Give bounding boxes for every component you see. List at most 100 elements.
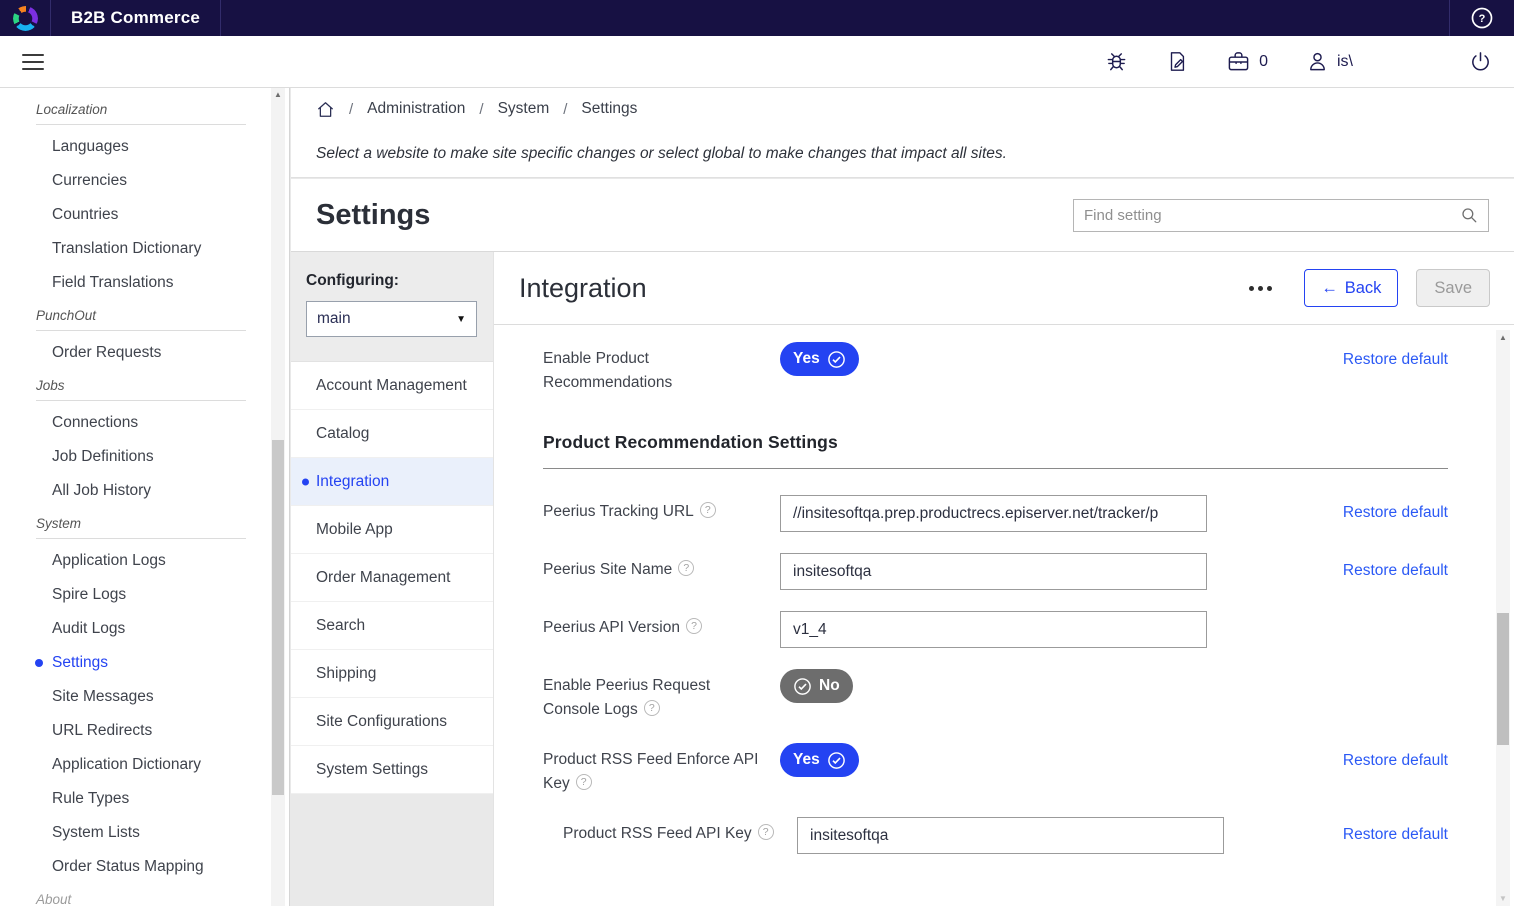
- sidebar-item-label: Application Dictionary: [52, 756, 201, 773]
- help-icon[interactable]: ?: [576, 774, 592, 790]
- help-button[interactable]: ?: [1450, 0, 1514, 36]
- setting-toggle-enable-product-recommendations[interactable]: Yes: [780, 342, 859, 376]
- website-select[interactable]: main ▼: [306, 301, 477, 337]
- setting-input-peerius-tracking-url[interactable]: [780, 495, 1207, 532]
- sidebar-item-label: Settings: [52, 654, 108, 671]
- settings-rows: Enable Product Recommendations Yes Restore…: [494, 326, 1492, 906]
- sidebar-section-label-jobs: Jobs: [36, 378, 246, 393]
- home-breadcrumb-button[interactable]: [316, 100, 335, 119]
- search-icon[interactable]: [1460, 206, 1478, 224]
- more-options-button[interactable]: [1243, 280, 1278, 297]
- restore-default-link[interactable]: Restore default: [1343, 743, 1448, 770]
- sidebar-item-languages[interactable]: Languages: [0, 130, 289, 164]
- breadcrumb-item-system[interactable]: System: [498, 100, 550, 118]
- sidebar-item-label: All Job History: [52, 482, 151, 499]
- setting-toggle-product-rss-feed-enforce-api-key[interactable]: Yes: [780, 743, 859, 777]
- panel-scrollbar[interactable]: ▲ ▼: [1496, 330, 1510, 906]
- sidebar-item-label: Audit Logs: [52, 620, 125, 637]
- setting-control: [780, 553, 1288, 590]
- restore-default-link[interactable]: Restore default: [1343, 342, 1448, 369]
- setting-row-product-rss-feed-enforce-api-key: Product RSS Feed Enforce API Key?YesRest…: [543, 743, 1448, 796]
- sidebar-item-spire-logs[interactable]: Spire Logs: [0, 578, 289, 612]
- sidebar-item-order-requests[interactable]: Order Requests: [0, 336, 289, 370]
- setting-input-peerius-api-version[interactable]: [780, 611, 1207, 648]
- help-icon[interactable]: ?: [686, 618, 702, 634]
- logout-button[interactable]: [1469, 50, 1492, 73]
- sidebar-item-settings[interactable]: Settings: [0, 646, 289, 680]
- restore-default-link[interactable]: Restore default: [1343, 553, 1448, 580]
- sidebar-item-label: Rule Types: [52, 790, 129, 807]
- sidebar-item-system-lists[interactable]: System Lists: [0, 816, 289, 850]
- user-menu-button[interactable]: is\: [1306, 50, 1353, 73]
- sidebar-item-connections[interactable]: Connections: [0, 406, 289, 440]
- cart-button[interactable]: 0: [1226, 50, 1268, 73]
- menu-hamburger-button[interactable]: [22, 49, 44, 75]
- sidebar-scrollbar[interactable]: ▲: [271, 88, 285, 906]
- setting-input-peerius-site-name[interactable]: [780, 553, 1207, 590]
- sidebar-item-rule-types[interactable]: Rule Types: [0, 782, 289, 816]
- breadcrumb-item-settings[interactable]: Settings: [581, 100, 637, 118]
- setting-label-text: Product RSS Feed API Key: [563, 825, 752, 842]
- category-item-search[interactable]: Search: [291, 602, 493, 650]
- category-item-label: Order Management: [316, 569, 450, 587]
- find-setting-search[interactable]: [1073, 199, 1489, 232]
- find-setting-input[interactable]: [1084, 207, 1460, 224]
- category-item-site-configurations[interactable]: Site Configurations: [291, 698, 493, 746]
- scroll-up-arrow-icon[interactable]: ▲: [271, 90, 285, 99]
- top-app-bar: B2B Commerce ?: [0, 0, 1514, 36]
- setting-control: [780, 611, 1288, 648]
- category-item-shipping[interactable]: Shipping: [291, 650, 493, 698]
- help-icon[interactable]: ?: [758, 824, 774, 840]
- setting-toggle-enable-peerius-request-console-logs[interactable]: No: [780, 669, 853, 703]
- sidebar-item-url-redirects[interactable]: URL Redirects: [0, 714, 289, 748]
- sidebar-item-all-job-history[interactable]: All Job History: [0, 474, 289, 508]
- category-item-catalog[interactable]: Catalog: [291, 410, 493, 458]
- bug-icon: [1105, 50, 1128, 73]
- sidebar-item-application-dictionary[interactable]: Application Dictionary: [0, 748, 289, 782]
- power-icon: [1469, 50, 1492, 73]
- divider: [36, 400, 246, 401]
- setting-row-enable-product-recommendations: Enable Product Recommendations Yes Restore…: [543, 342, 1448, 395]
- back-button[interactable]: ← Back: [1304, 269, 1398, 307]
- content-editor-button[interactable]: [1166, 50, 1188, 73]
- panel-scroll-thumb[interactable]: [1497, 613, 1509, 745]
- home-icon: [316, 100, 335, 119]
- category-item-order-management[interactable]: Order Management: [291, 554, 493, 602]
- category-item-system-settings[interactable]: System Settings: [291, 746, 493, 794]
- restore-default-link[interactable]: Restore default: [1343, 817, 1448, 844]
- category-item-mobile-app[interactable]: Mobile App: [291, 506, 493, 554]
- sidebar-item-field-translations[interactable]: Field Translations: [0, 266, 289, 300]
- configuring-header: Configuring: main ▼: [291, 252, 493, 362]
- setting-label-text: Enable Product Recommendations: [543, 350, 672, 391]
- sidebar-scroll-thumb[interactable]: [272, 440, 284, 795]
- scroll-down-arrow-icon[interactable]: ▼: [1496, 894, 1510, 903]
- sidebar-item-order-status-mapping[interactable]: Order Status Mapping: [0, 850, 289, 884]
- sidebar-item-site-messages[interactable]: Site Messages: [0, 680, 289, 714]
- app-logo[interactable]: [0, 0, 50, 36]
- sidebar-item-currencies[interactable]: Currencies: [0, 164, 289, 198]
- sidebar-item-job-definitions[interactable]: Job Definitions: [0, 440, 289, 474]
- sidebar-item-translation-dictionary[interactable]: Translation Dictionary: [0, 232, 289, 266]
- help-icon[interactable]: ?: [644, 700, 660, 716]
- help-icon[interactable]: ?: [678, 560, 694, 576]
- sidebar-item-countries[interactable]: Countries: [0, 198, 289, 232]
- scroll-up-arrow-icon[interactable]: ▲: [1496, 333, 1510, 342]
- breadcrumb-item-administration[interactable]: Administration: [367, 100, 465, 118]
- configuring-panel: Configuring: main ▼ Account ManagementCa…: [291, 252, 493, 906]
- breadcrumb-separator: /: [349, 101, 353, 118]
- help-icon[interactable]: ?: [700, 502, 716, 518]
- category-item-integration[interactable]: Integration: [291, 458, 493, 506]
- debug-button[interactable]: [1105, 50, 1128, 73]
- restore-default-link[interactable]: Restore default: [1343, 495, 1448, 522]
- category-item-account-management[interactable]: Account Management: [291, 362, 493, 410]
- setting-control: Yes: [780, 743, 1288, 777]
- setting-control: No: [780, 669, 1288, 703]
- panel-header: Integration ← Back Save: [494, 252, 1514, 325]
- sidebar-item-audit-logs[interactable]: Audit Logs: [0, 612, 289, 646]
- setting-input-product-rss-feed-api-key[interactable]: [797, 817, 1224, 854]
- sidebar-item-application-logs[interactable]: Application Logs: [0, 544, 289, 578]
- breadcrumb-separator: /: [479, 101, 483, 118]
- configuring-label: Configuring:: [306, 272, 477, 290]
- save-button[interactable]: Save: [1416, 269, 1490, 307]
- brand-title: B2B Commerce: [51, 8, 220, 28]
